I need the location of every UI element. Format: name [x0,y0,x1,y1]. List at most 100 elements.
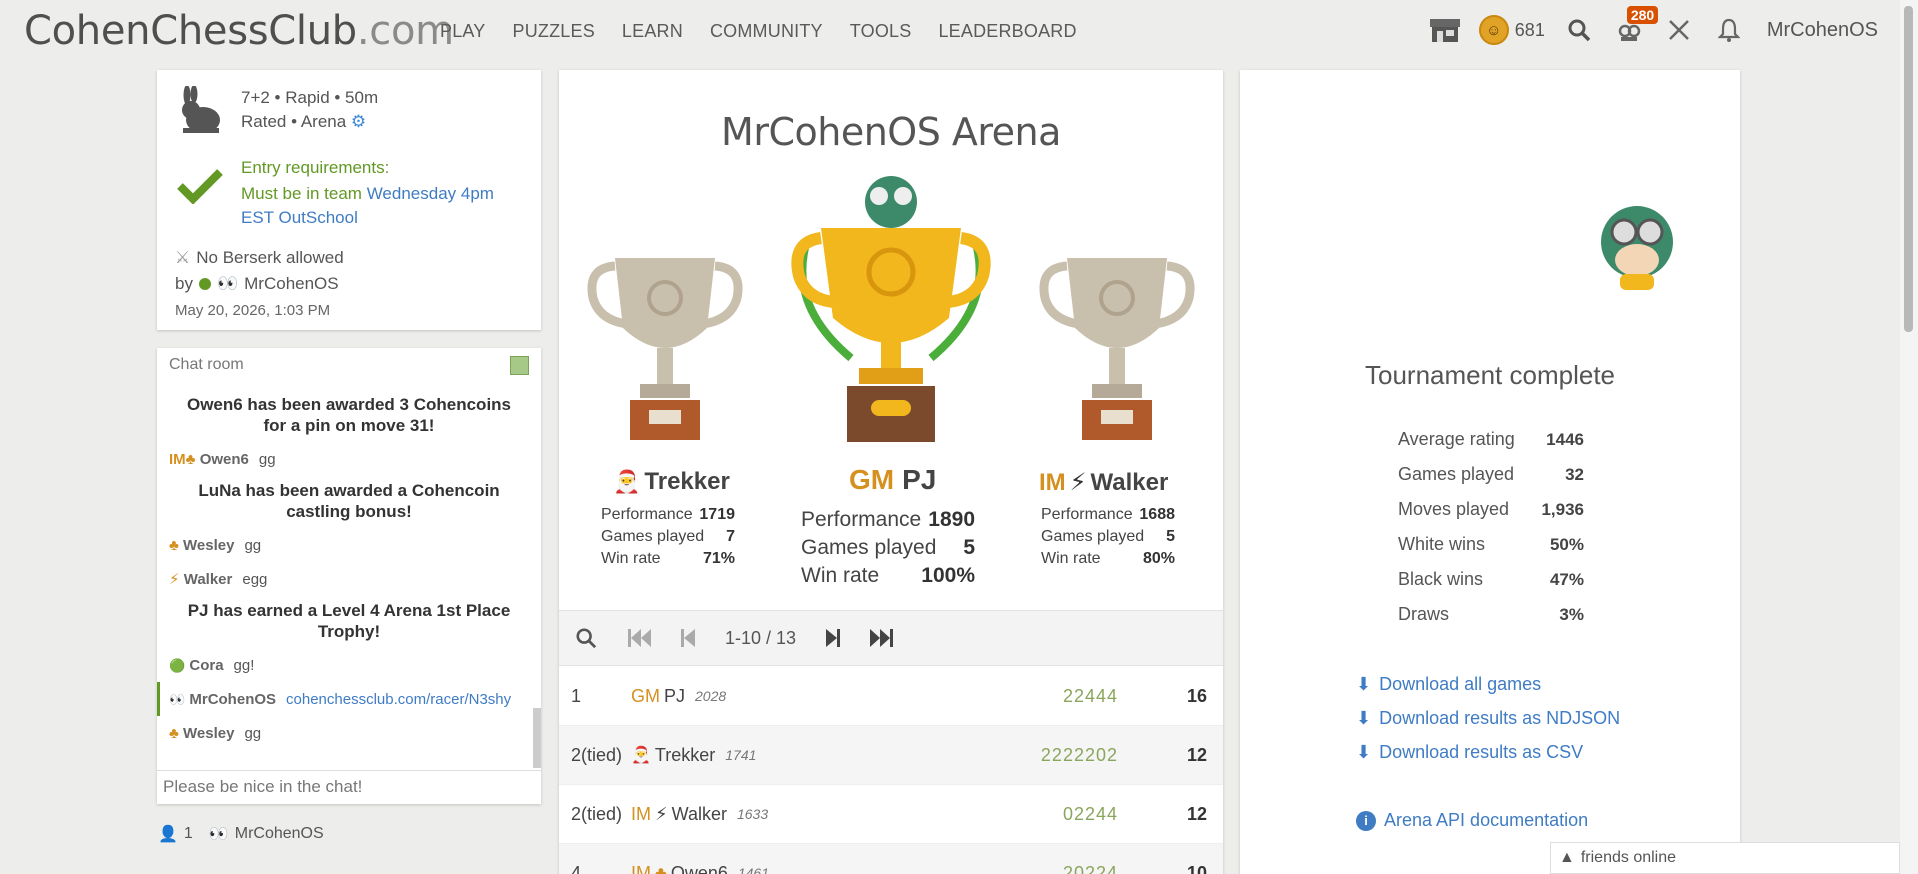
next-page-icon[interactable] [826,628,841,648]
chat-system-message: PJ has earned a Level 4 Arena 1st Place … [187,601,511,641]
swords-icon[interactable] [1663,14,1695,46]
user-menu[interactable]: MrCohenOS [1767,19,1878,42]
mascot-icon [1592,198,1682,299]
main-menu: PLAY PUZZLES LEARN COMMUNITY TOOLS LEADE… [440,21,1104,42]
gold-trophy-icon [791,168,991,453]
stat-row: Average rating 1446 [1398,429,1584,449]
download-icon: ⬇ [1356,674,1372,694]
eyes-icon: 👀 [208,826,229,843]
third-place-name[interactable]: IM ⚡ Walker [1039,468,1168,497]
chat-toggle-checkbox[interactable] [510,356,529,375]
spectator-link[interactable]: MrCohenOS [235,825,324,843]
third-place-stats: Performance 1688 Games played 5 Win rate 80… [1041,506,1175,567]
last-page-icon[interactable] [870,628,894,648]
first-page-icon[interactable] [627,628,651,648]
tournament-date: May 20, 2026, 1:03 PM [175,302,331,319]
coin-icon: ☺ [1478,15,1509,45]
nav-puzzles[interactable]: PUZZLES [513,21,595,42]
chat-link[interactable]: cohenchessclub.com/racer/N3shy [286,691,511,708]
entry-requirements-label: Entry requirements: [241,158,390,177]
no-berserk: ⚔ No Berserk allowed [175,248,344,267]
online-dot [198,278,211,290]
search-icon[interactable] [575,627,597,649]
second-place-name[interactable]: 🎅 Trekker [613,468,730,496]
download-csv-link[interactable]: ⬇ Download results as CSV [1356,742,1583,763]
spectators: 👤 1 👀 MrCohenOS [158,825,324,843]
creator-link[interactable]: MrCohenOS [244,274,338,294]
table-row[interactable]: 4 IM ♣ Owen6 1461 20224 10 [559,844,1223,874]
standings-table: 1 GM PJ 2028 22444 16 2(tied) 🎅 Trekker 1741… [559,667,1223,874]
chat-message-own: 👀 MrCohenOS cohenchessclub.com/racer/N3sh… [157,682,541,716]
api-docs-link[interactable]: i Arena API documentation [1356,810,1588,831]
page-scrollbar[interactable] [1900,0,1918,874]
rated-arena: Rated • Arena ⚙ [241,112,367,131]
watch-games-icon[interactable]: 280 [1613,6,1659,46]
santa-icon: 🎅 [613,469,641,494]
chat-input[interactable]: Please be nice in the chat! [157,770,541,804]
arena-title: MrCohenOS Arena [721,110,1061,154]
top-right-controls: ☺ 681 280 MrCohenOS [1411,6,1878,46]
chat-message: 🟢 Cora gg! [169,656,255,674]
chat-room: Chat room Owen6 has been awarded 3 Cohen… [157,348,541,804]
nav-learn[interactable]: LEARN [622,21,683,42]
time-control: 7+2 • Rapid • 50m [241,88,379,107]
info-icon: i [1356,810,1376,831]
no-berserk-icon: ⚔ [175,248,191,267]
chat-scrollbar[interactable] [533,708,541,768]
entry-requirement: Must be in team Wednesday 4pm EST OutSch… [241,184,494,227]
second-place-stats: Performance 1719 Games played 7 Win rate 71… [601,506,735,567]
chat-message: ♣ Wesley gg [169,724,262,742]
gear-icon[interactable]: ⚙ [351,112,366,131]
page-indicator: 1-10 / 13 [725,627,797,648]
download-all-games-link[interactable]: ⬇ Download all games [1356,674,1541,695]
tournament-stats: Average rating 1446 Games played 32 Moves … [1398,422,1584,632]
chat-system-message: LuNa has been awarded a Cohencoin castli… [198,481,500,521]
check-icon [177,168,223,209]
chat-system-message: Owen6 has been awarded 3 Cohencoins for … [186,395,512,435]
stat-row: White wins 50% [1398,534,1584,554]
standings-pager: 1-10 / 13 [559,610,1223,666]
first-place-name[interactable]: GM PJ [849,464,936,496]
tournament-summary: Tournament complete Average rating 1446 G… [1240,70,1740,874]
nav-community[interactable]: COMMUNITY [710,21,823,42]
creator-line: by 👀 MrCohenOS [175,274,339,294]
site-logo[interactable]: CohenChessClub.com [24,8,454,54]
chat-message: ♣ Wesley gg [169,536,262,554]
chat-title: Chat room [169,356,244,373]
rapid-icon [177,85,223,141]
chat-message: ⚡ Walker egg [169,570,268,589]
nav-tools[interactable]: TOOLS [850,21,912,42]
nav-leaderboard[interactable]: LEADERBOARD [938,21,1076,42]
chat-message: IM♣ Owen6 gg [169,450,276,468]
eyes-icon: 👀 [216,274,239,293]
scrollbar-thumb[interactable] [1904,6,1913,332]
arena-main: MrCohenOS Arena 🎅 Trekker Performance 1719… [559,70,1223,874]
shop-icon[interactable] [1429,14,1461,46]
table-row[interactable]: 1 GM PJ 2028 22444 16 [559,667,1223,726]
lightning-icon: ⚡ [1069,469,1087,496]
bronze-trophy-icon [1037,248,1197,453]
download-icon: ⬇ [1356,708,1372,728]
friends-online-bar[interactable]: ▲ friends online [1550,842,1900,874]
user-icon: 👤 [158,826,178,843]
stat-row: Black wins 47% [1398,569,1584,589]
stat-row: Moves played 1,936 [1398,499,1584,519]
tournament-complete-heading: Tournament complete [1364,360,1616,390]
previous-page-icon[interactable] [681,628,695,648]
nav-play[interactable]: PLAY [440,21,486,42]
silver-trophy-icon [585,248,745,453]
bell-icon[interactable] [1713,14,1745,46]
download-ndjson-link[interactable]: ⬇ Download results as NDJSON [1356,708,1620,729]
chat-messages[interactable]: Owen6 has been awarded 3 Cohencoins for … [157,384,541,770]
download-icon: ⬇ [1356,742,1372,762]
table-row[interactable]: 2(tied) IM ⚡ Walker 1633 02244 12 [559,785,1223,844]
stat-row: Draws 3% [1398,604,1584,624]
coin-balance[interactable]: ☺ 681 [1478,15,1545,45]
coin-count: 681 [1514,19,1545,40]
search-icon[interactable] [1563,14,1595,46]
table-row[interactable]: 2(tied) 🎅 Trekker 1741 2222202 12 [559,726,1223,785]
top-nav: CohenChessClub.com PLAY PUZZLES LEARN CO… [0,0,1900,64]
first-place-stats: Performance 1890 Games played 5 Win rate 10… [801,508,975,587]
tournament-info: 7+2 • Rapid • 50m Rated • Arena ⚙ Entry … [157,70,541,330]
notification-badge: 280 [1626,6,1659,24]
